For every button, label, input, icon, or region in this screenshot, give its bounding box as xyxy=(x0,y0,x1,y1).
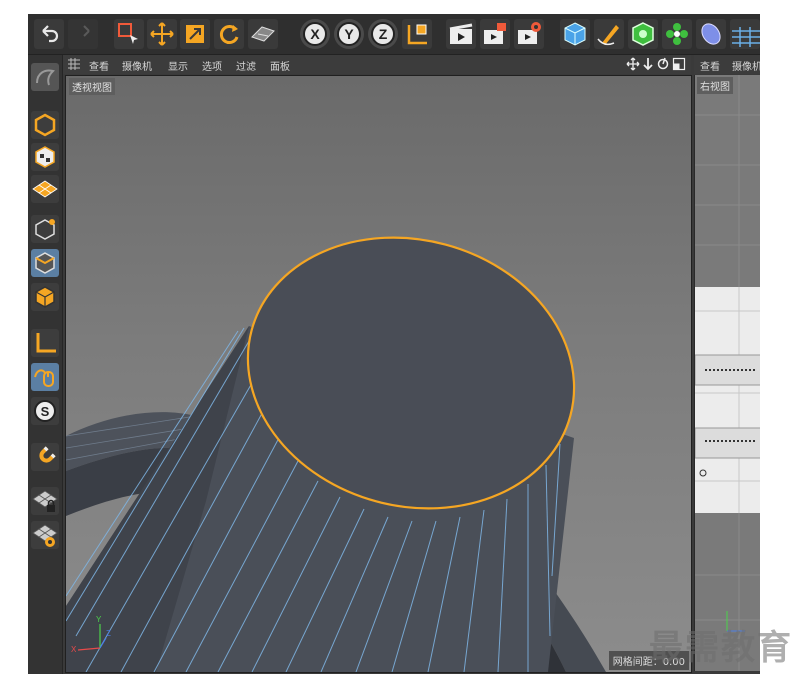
subdivision-surface-icon xyxy=(632,22,654,46)
viewport-layout-icon[interactable] xyxy=(67,57,81,71)
cinema4d-window: X Y Z S 查看 摄像机 显示 选项 过滤 面板 Y X Z 透视视图 网格… xyxy=(28,14,760,674)
rotate-view-icon[interactable] xyxy=(656,57,670,71)
polygons-mode-icon xyxy=(35,286,55,308)
coordinate-system-icon xyxy=(407,24,427,45)
menu-view[interactable]: 查看 xyxy=(89,58,109,73)
locked-workplane-icon xyxy=(32,490,58,512)
axis-mode-icon xyxy=(36,333,56,353)
cloner-button[interactable] xyxy=(662,19,692,49)
tweak-mode-button[interactable] xyxy=(31,363,59,391)
undo-icon xyxy=(42,25,59,43)
menu-panel[interactable]: 面板 xyxy=(270,58,290,73)
mode-palette: S xyxy=(28,55,63,674)
object-mode-icon xyxy=(34,113,56,137)
move-tool-button[interactable] xyxy=(147,19,177,49)
svg-text:Y: Y xyxy=(96,615,102,624)
edges-mode-button[interactable] xyxy=(31,249,59,277)
snap-button[interactable] xyxy=(31,443,59,471)
recent-tool-button[interactable] xyxy=(248,19,278,49)
move-view-icon[interactable] xyxy=(626,57,640,71)
solo-label: S xyxy=(41,404,50,419)
undo-button[interactable] xyxy=(34,19,64,49)
right-menu-camera[interactable]: 摄像机 xyxy=(732,58,760,73)
pen-spline-icon xyxy=(597,25,619,46)
points-mode-button[interactable] xyxy=(31,215,59,243)
render-view-button[interactable] xyxy=(446,19,476,49)
axis-mode-button[interactable] xyxy=(31,329,59,357)
locked-workplane-button[interactable] xyxy=(31,487,59,515)
viewport-title: 透视视图 xyxy=(69,78,115,95)
planar-workplane-icon xyxy=(32,524,58,547)
z-axis-lock-button[interactable]: Z xyxy=(368,19,398,49)
workplane-icon xyxy=(32,180,58,198)
live-select-button[interactable] xyxy=(114,19,144,49)
live-select-icon xyxy=(118,23,138,44)
y-axis-lock-button[interactable]: Y xyxy=(334,19,364,49)
main-toolbar: X Y Z xyxy=(28,14,760,55)
svg-text:Z: Z xyxy=(106,629,111,638)
object-mode-button[interactable] xyxy=(31,111,59,139)
render-to-picture-viewer-icon xyxy=(484,23,506,44)
edges-mode-icon xyxy=(35,252,55,274)
y-axis-lock-icon: Y xyxy=(337,22,361,46)
render-view-icon xyxy=(449,23,473,44)
x-axis-label: X xyxy=(310,26,320,42)
polygons-mode-button[interactable] xyxy=(31,283,59,311)
texture-mode-icon xyxy=(35,146,55,168)
texture-mode-button[interactable] xyxy=(31,143,59,171)
menu-options[interactable]: 选项 xyxy=(202,58,222,73)
snap-icon xyxy=(39,446,56,463)
deformer-button[interactable] xyxy=(696,19,726,49)
cloner-icon xyxy=(666,23,688,45)
render-settings-icon xyxy=(518,22,541,44)
model-mode-button[interactable] xyxy=(31,63,59,91)
solo-mode-button[interactable]: S xyxy=(31,397,59,425)
tweak-mode-icon xyxy=(34,369,54,387)
coordinate-system-button[interactable] xyxy=(402,19,432,49)
render-picture-viewer-button[interactable] xyxy=(480,19,510,49)
planar-workplane-button[interactable] xyxy=(31,521,59,549)
right-viewport[interactable]: 右视图 xyxy=(694,75,760,671)
perspective-viewport[interactable]: Y X Z 透视视图 网格间距：0.00 xyxy=(65,75,692,673)
x-axis-lock-icon: X xyxy=(303,22,327,46)
redo-button[interactable] xyxy=(68,19,98,49)
menu-display[interactable]: 显示 xyxy=(168,58,188,73)
x-axis-lock-button[interactable]: X xyxy=(300,19,330,49)
watermark-text: 最需教育 xyxy=(649,628,793,668)
right-viewport-scene xyxy=(695,75,760,671)
right-menu-view[interactable]: 查看 xyxy=(700,58,720,73)
floor-icon xyxy=(732,27,760,47)
render-settings-button[interactable] xyxy=(514,19,544,49)
perspective-viewport-menubar: 查看 摄像机 显示 选项 过滤 面板 xyxy=(63,55,691,74)
right-viewport-title: 右视图 xyxy=(697,77,733,94)
pen-spline-button[interactable] xyxy=(594,19,624,49)
menu-filter[interactable]: 过滤 xyxy=(236,58,256,73)
zoom-view-icon[interactable] xyxy=(641,57,655,71)
viewport-scene: Y X Z xyxy=(66,236,606,672)
cube-primitive-button[interactable] xyxy=(560,19,590,49)
z-axis-label: Z xyxy=(379,26,388,42)
z-axis-lock-icon: Z xyxy=(371,22,395,46)
scale-icon xyxy=(186,25,204,43)
floor-button[interactable] xyxy=(730,19,760,49)
subdivision-surface-button[interactable] xyxy=(628,19,658,49)
scale-tool-button[interactable] xyxy=(180,19,210,49)
model-mode-icon xyxy=(36,69,55,86)
y-axis-label: Y xyxy=(344,26,354,42)
svg-text:X: X xyxy=(71,645,77,654)
move-icon xyxy=(150,22,174,46)
menu-camera[interactable]: 摄像机 xyxy=(122,58,152,73)
right-viewport-menubar: 查看 摄像机 xyxy=(694,55,760,74)
points-mode-icon xyxy=(35,219,55,240)
rotate-icon xyxy=(219,25,239,44)
workplane-button[interactable] xyxy=(31,175,59,203)
recent-tool-icon xyxy=(251,26,275,42)
cube-icon xyxy=(564,22,586,46)
rotate-tool-button[interactable] xyxy=(214,19,244,49)
maximize-view-icon[interactable] xyxy=(672,57,686,71)
solo-mode-icon: S xyxy=(34,400,56,422)
redo-icon xyxy=(83,25,90,37)
deformer-icon xyxy=(701,23,721,45)
